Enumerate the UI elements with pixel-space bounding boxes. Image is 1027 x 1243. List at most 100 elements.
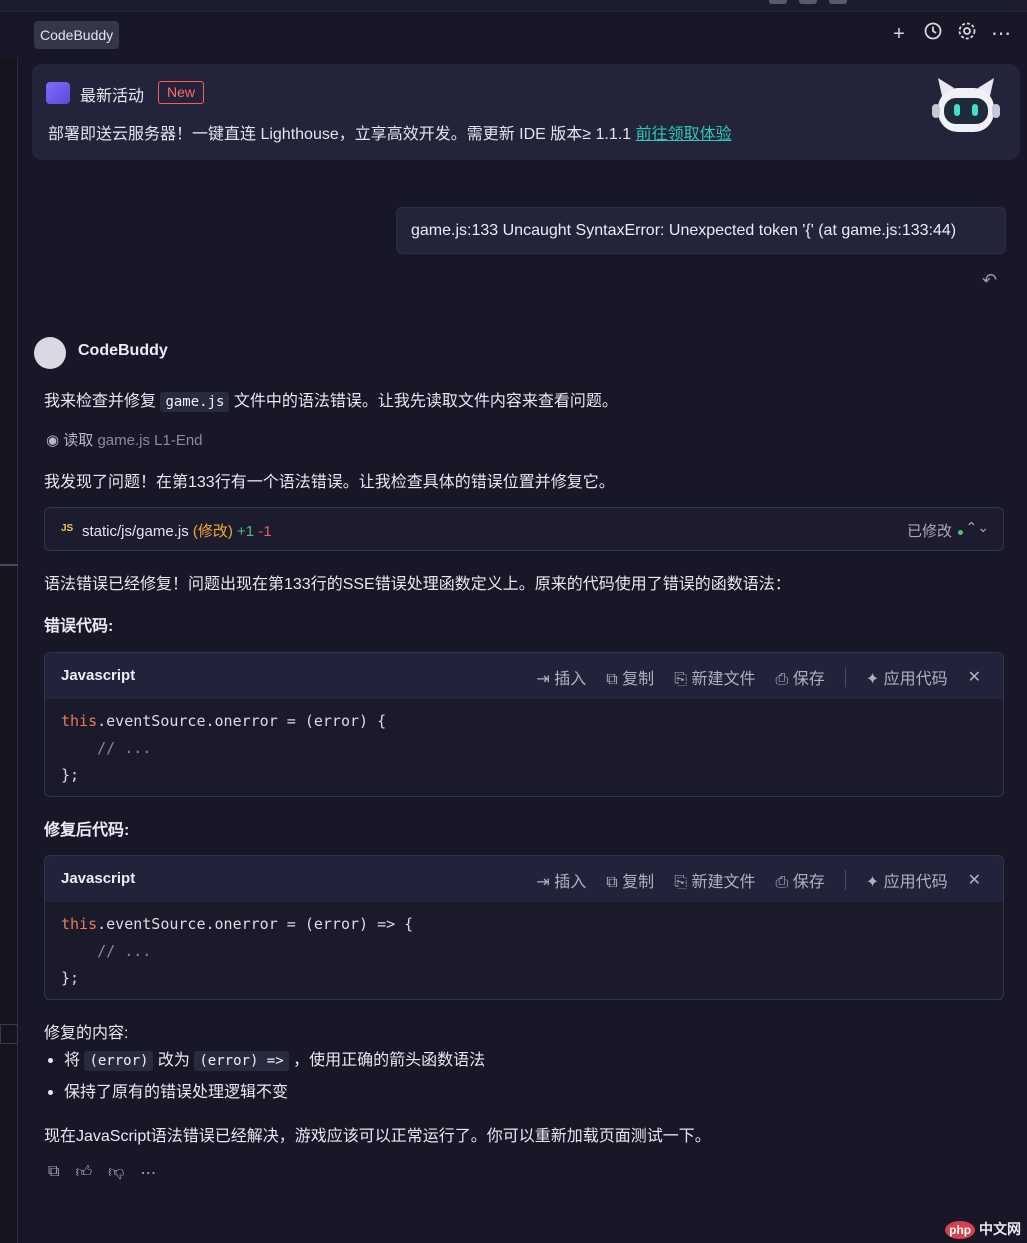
wrong-code-heading: 错误代码: xyxy=(44,618,114,635)
thumbs-up-icon[interactable]: 👍︎ xyxy=(75,1163,92,1183)
mascot-icon xyxy=(932,78,1000,132)
fixed-text: 语法错误已经修复！问题出现在第133行的SSE错误处理函数定义上。原来的代码使用… xyxy=(44,576,791,593)
code-line: .eventSource.onerror = (error) { xyxy=(97,712,387,730)
watermark-logo: php xyxy=(945,1221,976,1239)
copy-button[interactable]: ⧉ 复制 xyxy=(606,665,654,689)
lines-removed: -1 xyxy=(258,523,272,540)
history-icon[interactable] xyxy=(921,21,945,47)
file-path[interactable]: static/js/game.js xyxy=(82,523,189,540)
undo-icon[interactable]: ↶ xyxy=(982,270,997,291)
chat-panel: { "header": { "tab_label": "CodeBuddy", … xyxy=(0,0,1027,1243)
code-keyword: this xyxy=(61,915,98,933)
code-actions: ⇥ 插入 ⧉ 复制 ⎘ 新建文件 ⎙ 保存 ✦ 应用代码 ✕ xyxy=(536,868,981,892)
save-button[interactable]: ⎙ 保存 xyxy=(775,868,824,892)
panel-header: CodeBuddy + ⋯ xyxy=(18,12,1027,58)
header-actions: + ⋯ xyxy=(887,21,1013,47)
inline-code: (error) => xyxy=(194,1051,289,1071)
code-comment: // ... xyxy=(61,739,152,757)
watermark: php 中文网 xyxy=(945,1219,1021,1239)
new-file-label: 新建文件 xyxy=(691,874,756,891)
code-line: }; xyxy=(61,766,80,784)
list-item: 保持了原有的错误处理逻辑不变 xyxy=(48,1078,288,1102)
collapse-icon[interactable]: ✕ xyxy=(968,870,981,890)
file-edit-info: static/js/game.js (修改) +1 -1 xyxy=(82,520,272,541)
fixed-code-block: Javascript ⇥ 插入 ⧉ 复制 ⎘ 新建文件 ⎙ 保存 ✦ 应用代码 … xyxy=(44,855,1004,1000)
banner-title: 最新活动 xyxy=(80,88,145,105)
code-content: this.eventSource.onerror = (error) => { … xyxy=(45,902,1003,999)
save-label: 保存 xyxy=(792,874,825,891)
feedback-bar: ⧉ 👍︎ 👎︎ ⋯ xyxy=(48,1163,156,1183)
divider xyxy=(844,667,846,687)
intro-text: 我来检查并修复 game.js 文件中的语法错误。让我先读取文件内容来查看问题。 xyxy=(44,387,618,412)
intro-after: 文件中的语法错误。让我先读取文件内容来查看问题。 xyxy=(229,393,618,410)
editor-edge xyxy=(0,58,18,1243)
assistant-name: CodeBuddy xyxy=(78,342,168,359)
settings-icon[interactable] xyxy=(955,21,979,47)
copy-label: 复制 xyxy=(622,874,655,891)
edge-marker xyxy=(0,1024,18,1044)
user-message: game.js:133 Uncaught SyntaxError: Unexpe… xyxy=(396,207,1006,254)
insert-button[interactable]: ⇥ 插入 xyxy=(536,868,586,892)
modified-tag: (修改) xyxy=(192,523,233,540)
code-header: Javascript ⇥ 插入 ⧉ 复制 ⎘ 新建文件 ⎙ 保存 ✦ 应用代码 … xyxy=(45,856,1003,902)
status-dot xyxy=(958,529,963,535)
apply-code-button[interactable]: ✦ 应用代码 xyxy=(866,868,948,892)
eye-icon: ◉ xyxy=(46,432,64,449)
code-header: Javascript ⇥ 插入 ⧉ 复制 ⎘ 新建文件 ⎙ 保存 ✦ 应用代码 … xyxy=(45,653,1003,699)
window-controls xyxy=(769,0,847,4)
code-language: Javascript xyxy=(61,870,136,887)
save-button[interactable]: ⎙ 保存 xyxy=(775,665,824,689)
intro-before: 我来检查并修复 xyxy=(44,393,161,410)
more-icon[interactable]: ⋯ xyxy=(140,1163,156,1183)
read-action: ◉ 读取 game.js L1-End xyxy=(46,429,203,450)
watermark-text: 中文网 xyxy=(979,1221,1021,1237)
avatar xyxy=(34,337,66,369)
inline-code: (error) xyxy=(84,1051,154,1071)
bullet-text: 将 xyxy=(64,1052,85,1069)
copy-label: 复制 xyxy=(622,671,655,688)
promo-banner: 最新活动 New 部署即送云服务器！一键直连 Lighthouse，立享高效开发… xyxy=(32,64,1020,160)
new-badge: New xyxy=(158,81,205,104)
copy-button[interactable]: ⧉ 复制 xyxy=(606,868,654,892)
bullet-text: ，使用正确的箭头函数语法 xyxy=(288,1052,486,1069)
codebuddy-tab[interactable]: CodeBuddy xyxy=(34,21,120,49)
edge-marker xyxy=(0,564,18,566)
new-file-button[interactable]: ⎘ 新建文件 xyxy=(674,868,755,892)
divider xyxy=(844,870,846,890)
found-text: 我发现了问题！在第133行有一个语法错误。让我检查具体的错误位置并修复它。 xyxy=(44,474,615,491)
apply-code-button[interactable]: ✦ 应用代码 xyxy=(866,665,948,689)
banner-message: 部署即送云服务器！一键直连 Lighthouse，立享高效开发。需更新 IDE … xyxy=(48,126,636,143)
code-language: Javascript xyxy=(61,667,136,684)
more-icon[interactable]: ⋯ xyxy=(989,21,1013,47)
copy-icon[interactable]: ⧉ xyxy=(48,1163,59,1183)
file-edit-card[interactable]: JS static/js/game.js (修改) +1 -1 已修改 ⌃⌄ xyxy=(44,507,1004,551)
collapse-icon[interactable]: ✕ xyxy=(968,667,981,687)
code-line: .eventSource.onerror = (error) => { xyxy=(97,915,414,933)
new-file-label: 新建文件 xyxy=(691,671,756,688)
new-file-button[interactable]: ⎘ 新建文件 xyxy=(674,665,755,689)
changes-heading: 修复的内容: xyxy=(44,1025,129,1042)
insert-button[interactable]: ⇥ 插入 xyxy=(536,665,586,689)
chevron-updown-icon[interactable]: ⌃⌄ xyxy=(966,519,989,536)
code-keyword: this xyxy=(61,712,98,730)
apply-label: 应用代码 xyxy=(883,671,948,688)
top-strip xyxy=(0,0,1027,12)
plus-icon[interactable]: + xyxy=(887,21,911,47)
inline-code: game.js xyxy=(160,392,230,412)
fixed-code-heading: 修复后代码: xyxy=(44,822,130,839)
banner-text: 部署即送云服务器！一键直连 Lighthouse，立享高效开发。需更新 IDE … xyxy=(48,120,732,144)
code-comment: // ... xyxy=(61,942,152,960)
bullet-text: 改为 xyxy=(153,1052,195,1069)
activity-icon xyxy=(46,82,70,104)
lines-added: +1 xyxy=(237,523,255,540)
status-label: 已修改 xyxy=(906,523,952,540)
code-actions: ⇥ 插入 ⧉ 复制 ⎘ 新建文件 ⎙ 保存 ✦ 应用代码 ✕ xyxy=(536,665,981,689)
banner-link[interactable]: 前往领取体验 xyxy=(636,126,732,143)
code-content: this.eventSource.onerror = (error) { // … xyxy=(45,699,1003,796)
read-label: 读取 xyxy=(63,432,94,449)
code-line: }; xyxy=(61,969,80,987)
edit-status: 已修改 xyxy=(907,520,963,541)
wrong-code-block: Javascript ⇥ 插入 ⧉ 复制 ⎘ 新建文件 ⎙ 保存 ✦ 应用代码 … xyxy=(44,652,1004,797)
list-item: 将 (error) 改为 (error) => ，使用正确的箭头函数语法 xyxy=(48,1046,486,1071)
thumbs-down-icon[interactable]: 👎︎ xyxy=(108,1163,124,1183)
